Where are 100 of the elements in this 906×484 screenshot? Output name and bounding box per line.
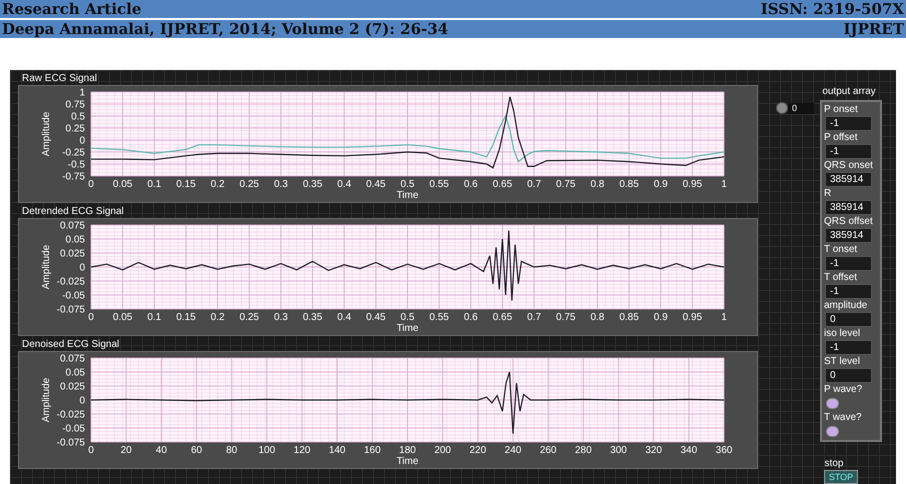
axis-label: Time: [396, 190, 418, 201]
axis-tick-label: 0.5: [400, 312, 414, 323]
axis-tick-label: 0.8: [590, 179, 604, 190]
axis-label: Amplitude: [41, 378, 52, 422]
axis-tick-label: -0.025: [56, 410, 85, 420]
axis-tick-label: 0.85: [619, 312, 639, 323]
axis-tick-label: 0.9: [654, 179, 668, 190]
axis-tick-label: 0.3: [274, 179, 288, 190]
axis-tick-label: 0.55: [429, 179, 449, 190]
axis-tick-label: 1: [721, 179, 727, 190]
axis-tick-label: 360: [716, 445, 732, 456]
axis-tick-label: 0.05: [112, 179, 132, 190]
axis-tick-label: 0.6: [464, 312, 478, 323]
axis-tick-label: 0.4: [337, 179, 352, 190]
axis-tick-label: 0.65: [492, 312, 512, 323]
axis-tick-label: 0: [79, 136, 85, 146]
axis-tick-label: 0.05: [66, 368, 85, 378]
numeric-indicator: 0: [825, 312, 872, 327]
chart-title: Raw ECG Signal: [21, 72, 98, 85]
field-label: T wave?: [823, 411, 863, 424]
axis-tick-label: -0.025: [56, 276, 85, 288]
stop-button[interactable]: STOP: [824, 470, 858, 484]
axis-tick-label: 160: [364, 445, 381, 456]
axis-tick-label: 340: [680, 445, 698, 456]
axis-tick-label: 1: [79, 88, 85, 98]
numeric-indicator: 385914: [825, 228, 872, 243]
header-text: ISSN: 2319-507X: [760, 0, 904, 18]
axis-tick-label: 0.35: [302, 312, 322, 323]
axis-tick-label: 0: [79, 262, 85, 274]
numeric-indicator: 385914: [825, 200, 872, 215]
header-text: Deepa Annamalai, IJPRET, 2014; Volume 2 (7): 26-34: [2, 20, 448, 38]
axis-tick-label: 20: [120, 445, 132, 456]
axis-tick-label: 280: [575, 445, 592, 456]
field-label: T offset: [823, 271, 858, 284]
axis-tick-label: 0.95: [682, 312, 702, 323]
axis-tick-label: -0.075: [56, 304, 85, 316]
axis-tick-label: 100: [258, 445, 276, 456]
numeric-indicator: -1: [825, 144, 872, 159]
axis-tick-label: 240: [504, 445, 522, 456]
axis-tick-label: 0.075: [60, 220, 85, 232]
axis-tick-label: 0.1: [147, 179, 162, 190]
axis-tick-label: 0.5: [400, 179, 414, 190]
axis-tick-label: 0.75: [556, 179, 576, 190]
numeric-indicator: -1: [825, 340, 872, 355]
axis-tick-label: 0.025: [60, 382, 85, 392]
axis-tick-label: 0.9: [654, 312, 668, 323]
array-label: output array: [822, 86, 876, 98]
field-label: amplitude: [823, 299, 868, 312]
axis-tick-label: 0.025: [60, 248, 85, 260]
axis-tick-label: -0.5: [68, 160, 85, 170]
axis-tick-label: 0.075: [60, 354, 85, 364]
axis-tick-label: 320: [645, 445, 662, 456]
axis-tick-label: 0.15: [176, 312, 196, 323]
axis-tick-label: -0.05: [62, 424, 85, 434]
axis-tick-label: 0.75: [556, 312, 576, 323]
header-text: IJPRET: [844, 20, 904, 38]
field-label: ST level: [823, 355, 861, 368]
axis-tick-label: 0.25: [66, 124, 85, 134]
axis-label: Amplitude: [41, 244, 52, 290]
numeric-indicator: -1: [825, 116, 872, 131]
numeric-indicator: -1: [825, 284, 872, 299]
axis-tick-label: 0.3: [274, 312, 288, 323]
axis-tick-label: 0.65: [492, 179, 512, 190]
field-label: R: [823, 187, 832, 200]
axis-tick-label: 0.4: [337, 312, 352, 323]
axis-tick-label: 60: [190, 445, 202, 456]
field-label: iso level: [823, 327, 862, 340]
axis-tick-label: -0.075: [56, 438, 85, 448]
field-label: QRS onset: [823, 159, 874, 172]
axis-tick-label: 200: [434, 445, 451, 456]
spinner-icon[interactable]: [776, 102, 788, 114]
axis-tick-label: 0: [79, 396, 85, 406]
field-label: P wave?: [823, 383, 864, 396]
axis-tick-label: 0.25: [240, 312, 259, 323]
axis-tick-label: 0.55: [429, 312, 449, 323]
axis-tick-label: 1: [721, 312, 727, 323]
axis-tick-label: 0.45: [366, 179, 386, 190]
axis-tick-label: 120: [294, 445, 310, 456]
axis-tick-label: 80: [226, 445, 238, 456]
axis-label: Amplitude: [41, 112, 52, 156]
axis-tick-label: -0.75: [62, 172, 85, 182]
field-label: P onset: [823, 103, 859, 116]
header-text: Research Article: [2, 0, 142, 18]
axis-tick-label: 0.45: [366, 312, 386, 323]
axis-tick-label: 0.05: [66, 234, 85, 246]
axis-tick-label: 0: [88, 445, 94, 456]
axis-tick-label: 0.35: [302, 179, 322, 190]
axis-tick-label: 0.15: [176, 179, 196, 190]
numeric-indicator: -1: [825, 256, 872, 271]
axis-tick-label: 0.2: [210, 179, 225, 190]
field-label: P offset: [823, 131, 859, 144]
axis-tick-label: 220: [470, 445, 486, 456]
stop-label: stop: [824, 458, 844, 470]
index-field[interactable]: 0: [788, 102, 814, 114]
axis-label: Time: [396, 323, 418, 334]
axis-tick-label: 180: [399, 445, 416, 456]
chart-title: Detrended ECG Signal: [21, 205, 125, 218]
axis-tick-label: -0.05: [62, 290, 85, 302]
axis-tick-label: 0.6: [464, 179, 478, 190]
axis-tick-label: -0.25: [62, 148, 85, 158]
